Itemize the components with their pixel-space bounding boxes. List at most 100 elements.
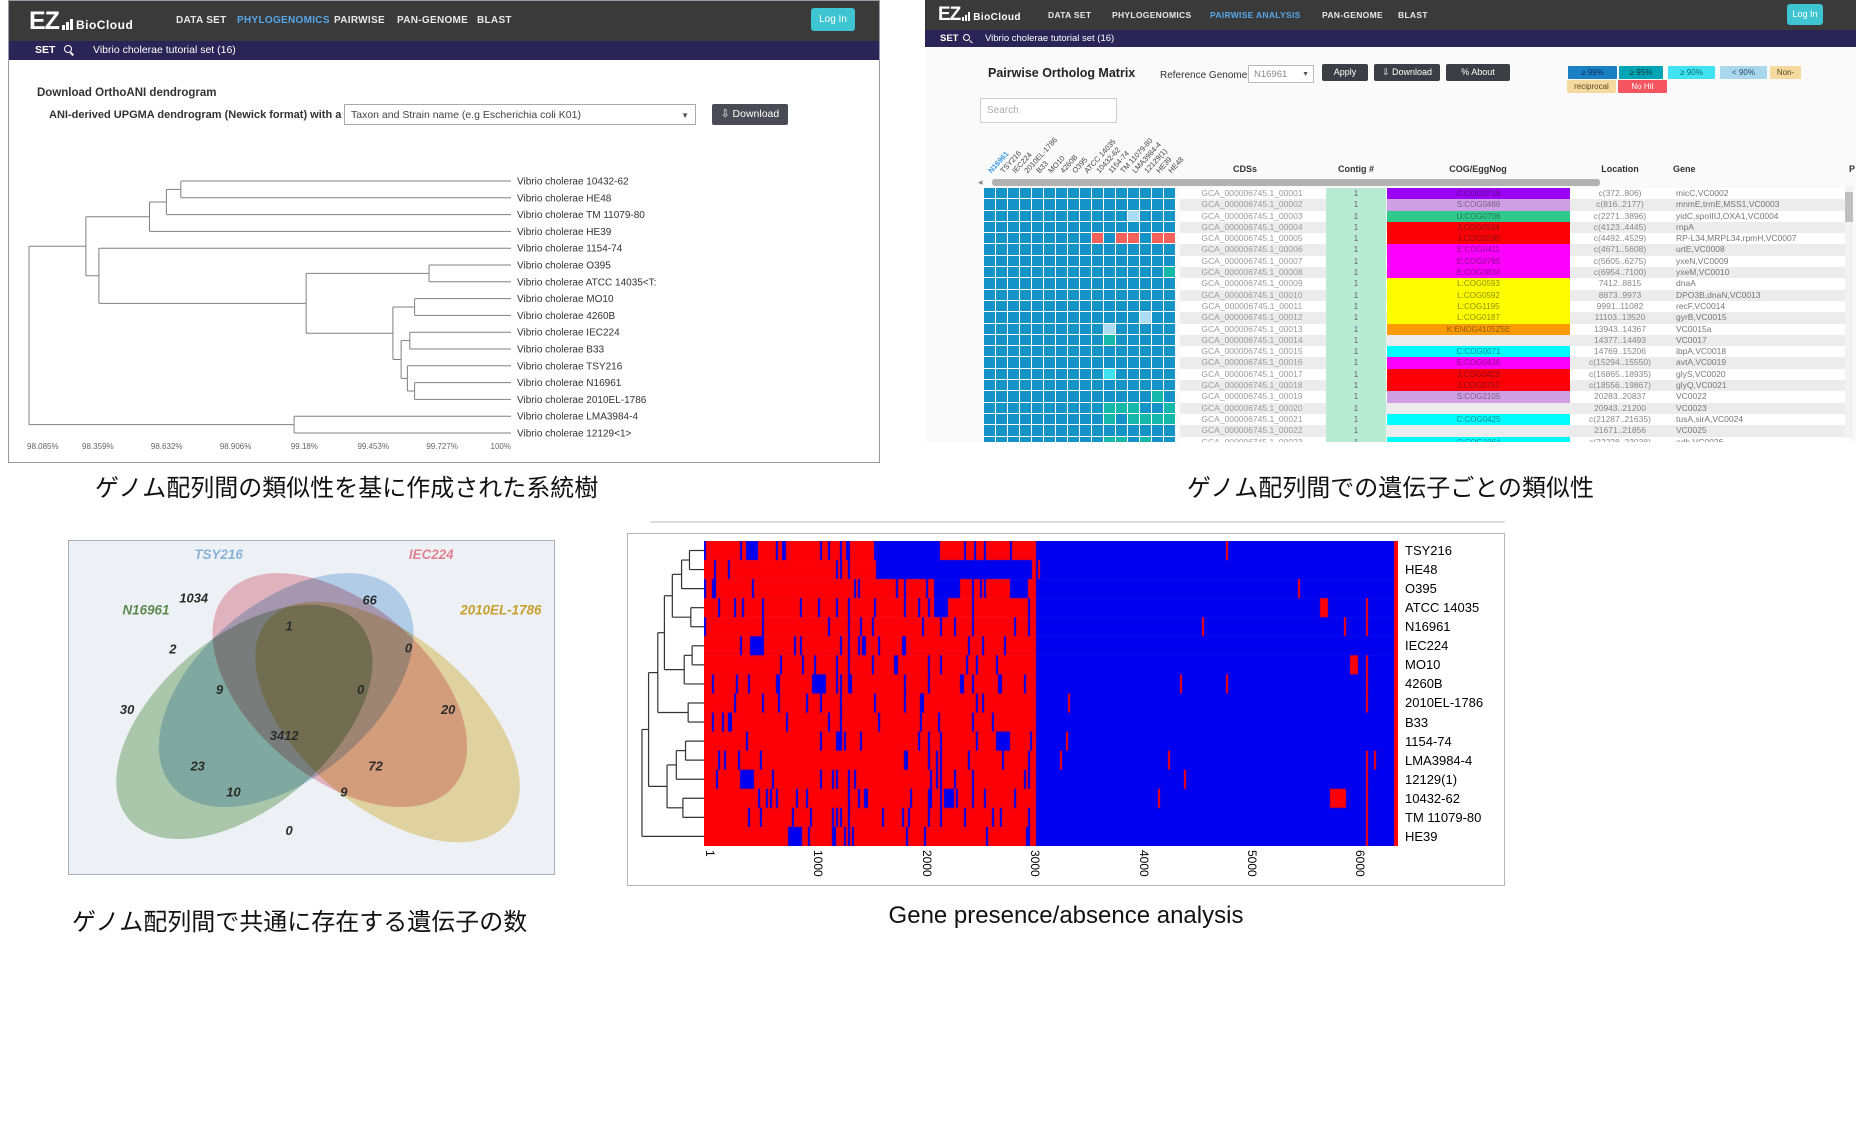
- similarity-cell[interactable]: [1068, 380, 1080, 391]
- similarity-cell[interactable]: [1008, 357, 1020, 368]
- similarity-cell[interactable]: [1032, 267, 1044, 278]
- similarity-cell[interactable]: [1140, 233, 1152, 244]
- similarity-cell[interactable]: [1164, 346, 1176, 357]
- similarity-cell[interactable]: [1080, 222, 1092, 233]
- similarity-cell[interactable]: [1020, 335, 1032, 346]
- similarity-cell[interactable]: [1128, 233, 1140, 244]
- similarity-cell[interactable]: [1044, 346, 1056, 357]
- similarity-cell[interactable]: [1116, 290, 1128, 301]
- similarity-cell[interactable]: [1080, 256, 1092, 267]
- similarity-cell[interactable]: [1008, 222, 1020, 233]
- similarity-cell[interactable]: [996, 244, 1008, 255]
- similarity-cell[interactable]: [996, 391, 1008, 402]
- similarity-cell[interactable]: [1164, 380, 1176, 391]
- similarity-cell[interactable]: [1068, 278, 1080, 289]
- similarity-cell[interactable]: [1032, 290, 1044, 301]
- similarity-cell[interactable]: [1080, 290, 1092, 301]
- table-row[interactable]: GCA_000006745.1_000161E:COG0436c(15294..…: [984, 357, 1850, 368]
- table-row[interactable]: GCA_000006745.1_000211C:COG0425c(21287..…: [984, 414, 1850, 425]
- similarity-cell[interactable]: [996, 267, 1008, 278]
- ezbiocloud-logo[interactable]: EZBioCloud: [938, 6, 1021, 23]
- similarity-cell[interactable]: [984, 211, 996, 222]
- similarity-cell[interactable]: [1164, 301, 1176, 312]
- table-row[interactable]: GCA_000006745.1_000181J:COG0752c(18556..…: [984, 380, 1850, 391]
- nav-item-data-set[interactable]: DATA SET: [1048, 0, 1091, 30]
- table-row[interactable]: GCA_000006745.1_000071E:COG0765c(5605..6…: [984, 256, 1850, 267]
- table-row[interactable]: GCA_000006745.1_000191S:COG210520283..20…: [984, 391, 1850, 402]
- similarity-cell[interactable]: [1068, 199, 1080, 210]
- similarity-cell[interactable]: [1032, 369, 1044, 380]
- similarity-cell[interactable]: [1020, 437, 1032, 442]
- similarity-cell[interactable]: [1164, 335, 1176, 346]
- table-row[interactable]: GCA_000006745.1_000111L:COG11959991..110…: [984, 301, 1850, 312]
- similarity-cell[interactable]: [996, 414, 1008, 425]
- similarity-cell[interactable]: [1020, 414, 1032, 425]
- reference-genome-select[interactable]: N16961▼: [1248, 65, 1314, 83]
- similarity-cell[interactable]: [1140, 188, 1152, 199]
- similarity-cell[interactable]: [1032, 222, 1044, 233]
- similarity-cell[interactable]: [1164, 222, 1176, 233]
- similarity-cell[interactable]: [1068, 256, 1080, 267]
- similarity-cell[interactable]: [1092, 403, 1104, 414]
- similarity-cell[interactable]: [1104, 256, 1116, 267]
- similarity-cell[interactable]: [1044, 425, 1056, 436]
- similarity-cell[interactable]: [1152, 301, 1164, 312]
- similarity-cell[interactable]: [1008, 233, 1020, 244]
- similarity-cell[interactable]: [984, 380, 996, 391]
- similarity-cell[interactable]: [984, 335, 996, 346]
- similarity-cell[interactable]: [1044, 380, 1056, 391]
- similarity-cell[interactable]: [1044, 369, 1056, 380]
- table-row[interactable]: GCA_000006745.1_000151C:COG007114769..15…: [984, 346, 1850, 357]
- similarity-cell[interactable]: [1104, 425, 1116, 436]
- similarity-cell[interactable]: [1140, 391, 1152, 402]
- similarity-cell[interactable]: [1020, 346, 1032, 357]
- similarity-cell[interactable]: [1068, 188, 1080, 199]
- similarity-cell[interactable]: [1152, 312, 1164, 323]
- similarity-cell[interactable]: [1104, 324, 1116, 335]
- similarity-cell[interactable]: [1140, 301, 1152, 312]
- similarity-cell[interactable]: [1032, 244, 1044, 255]
- similarity-cell[interactable]: [1008, 369, 1020, 380]
- similarity-cell[interactable]: [1032, 324, 1044, 335]
- similarity-cell[interactable]: [1140, 425, 1152, 436]
- similarity-cell[interactable]: [1092, 233, 1104, 244]
- similarity-cell[interactable]: [996, 369, 1008, 380]
- similarity-cell[interactable]: [1020, 233, 1032, 244]
- apply-button[interactable]: Apply: [1322, 64, 1368, 81]
- similarity-cell[interactable]: [1092, 391, 1104, 402]
- similarity-cell[interactable]: [1020, 267, 1032, 278]
- similarity-cell[interactable]: [1056, 369, 1068, 380]
- similarity-cell[interactable]: [1104, 380, 1116, 391]
- similarity-cell[interactable]: [1032, 301, 1044, 312]
- similarity-cell[interactable]: [1080, 312, 1092, 323]
- similarity-cell[interactable]: [1056, 199, 1068, 210]
- similarity-cell[interactable]: [1104, 335, 1116, 346]
- nav-item-pan-genome[interactable]: PAN-GENOME: [1322, 0, 1383, 30]
- similarity-cell[interactable]: [996, 425, 1008, 436]
- table-row[interactable]: GCA_000006745.1_000131K:ENOG4105Z5E13943…: [984, 324, 1850, 335]
- similarity-cell[interactable]: [1140, 312, 1152, 323]
- similarity-cell[interactable]: [1080, 391, 1092, 402]
- similarity-cell[interactable]: [1152, 290, 1164, 301]
- similarity-cell[interactable]: [1164, 199, 1176, 210]
- similarity-cell[interactable]: [1104, 233, 1116, 244]
- similarity-cell[interactable]: [1044, 278, 1056, 289]
- similarity-cell[interactable]: [1068, 357, 1080, 368]
- similarity-cell[interactable]: [1140, 199, 1152, 210]
- similarity-cell[interactable]: [1152, 380, 1164, 391]
- similarity-cell[interactable]: [1092, 414, 1104, 425]
- similarity-cell[interactable]: [1056, 188, 1068, 199]
- similarity-cell[interactable]: [1104, 290, 1116, 301]
- similarity-cell[interactable]: [1080, 369, 1092, 380]
- similarity-cell[interactable]: [1116, 256, 1128, 267]
- similarity-cell[interactable]: [1092, 335, 1104, 346]
- similarity-cell[interactable]: [1068, 267, 1080, 278]
- similarity-cell[interactable]: [1092, 357, 1104, 368]
- similarity-cell[interactable]: [1080, 335, 1092, 346]
- similarity-cell[interactable]: [1020, 256, 1032, 267]
- similarity-cell[interactable]: [1092, 199, 1104, 210]
- similarity-cell[interactable]: [1032, 414, 1044, 425]
- similarity-cell[interactable]: [1164, 211, 1176, 222]
- similarity-cell[interactable]: [1080, 267, 1092, 278]
- similarity-cell[interactable]: [1128, 312, 1140, 323]
